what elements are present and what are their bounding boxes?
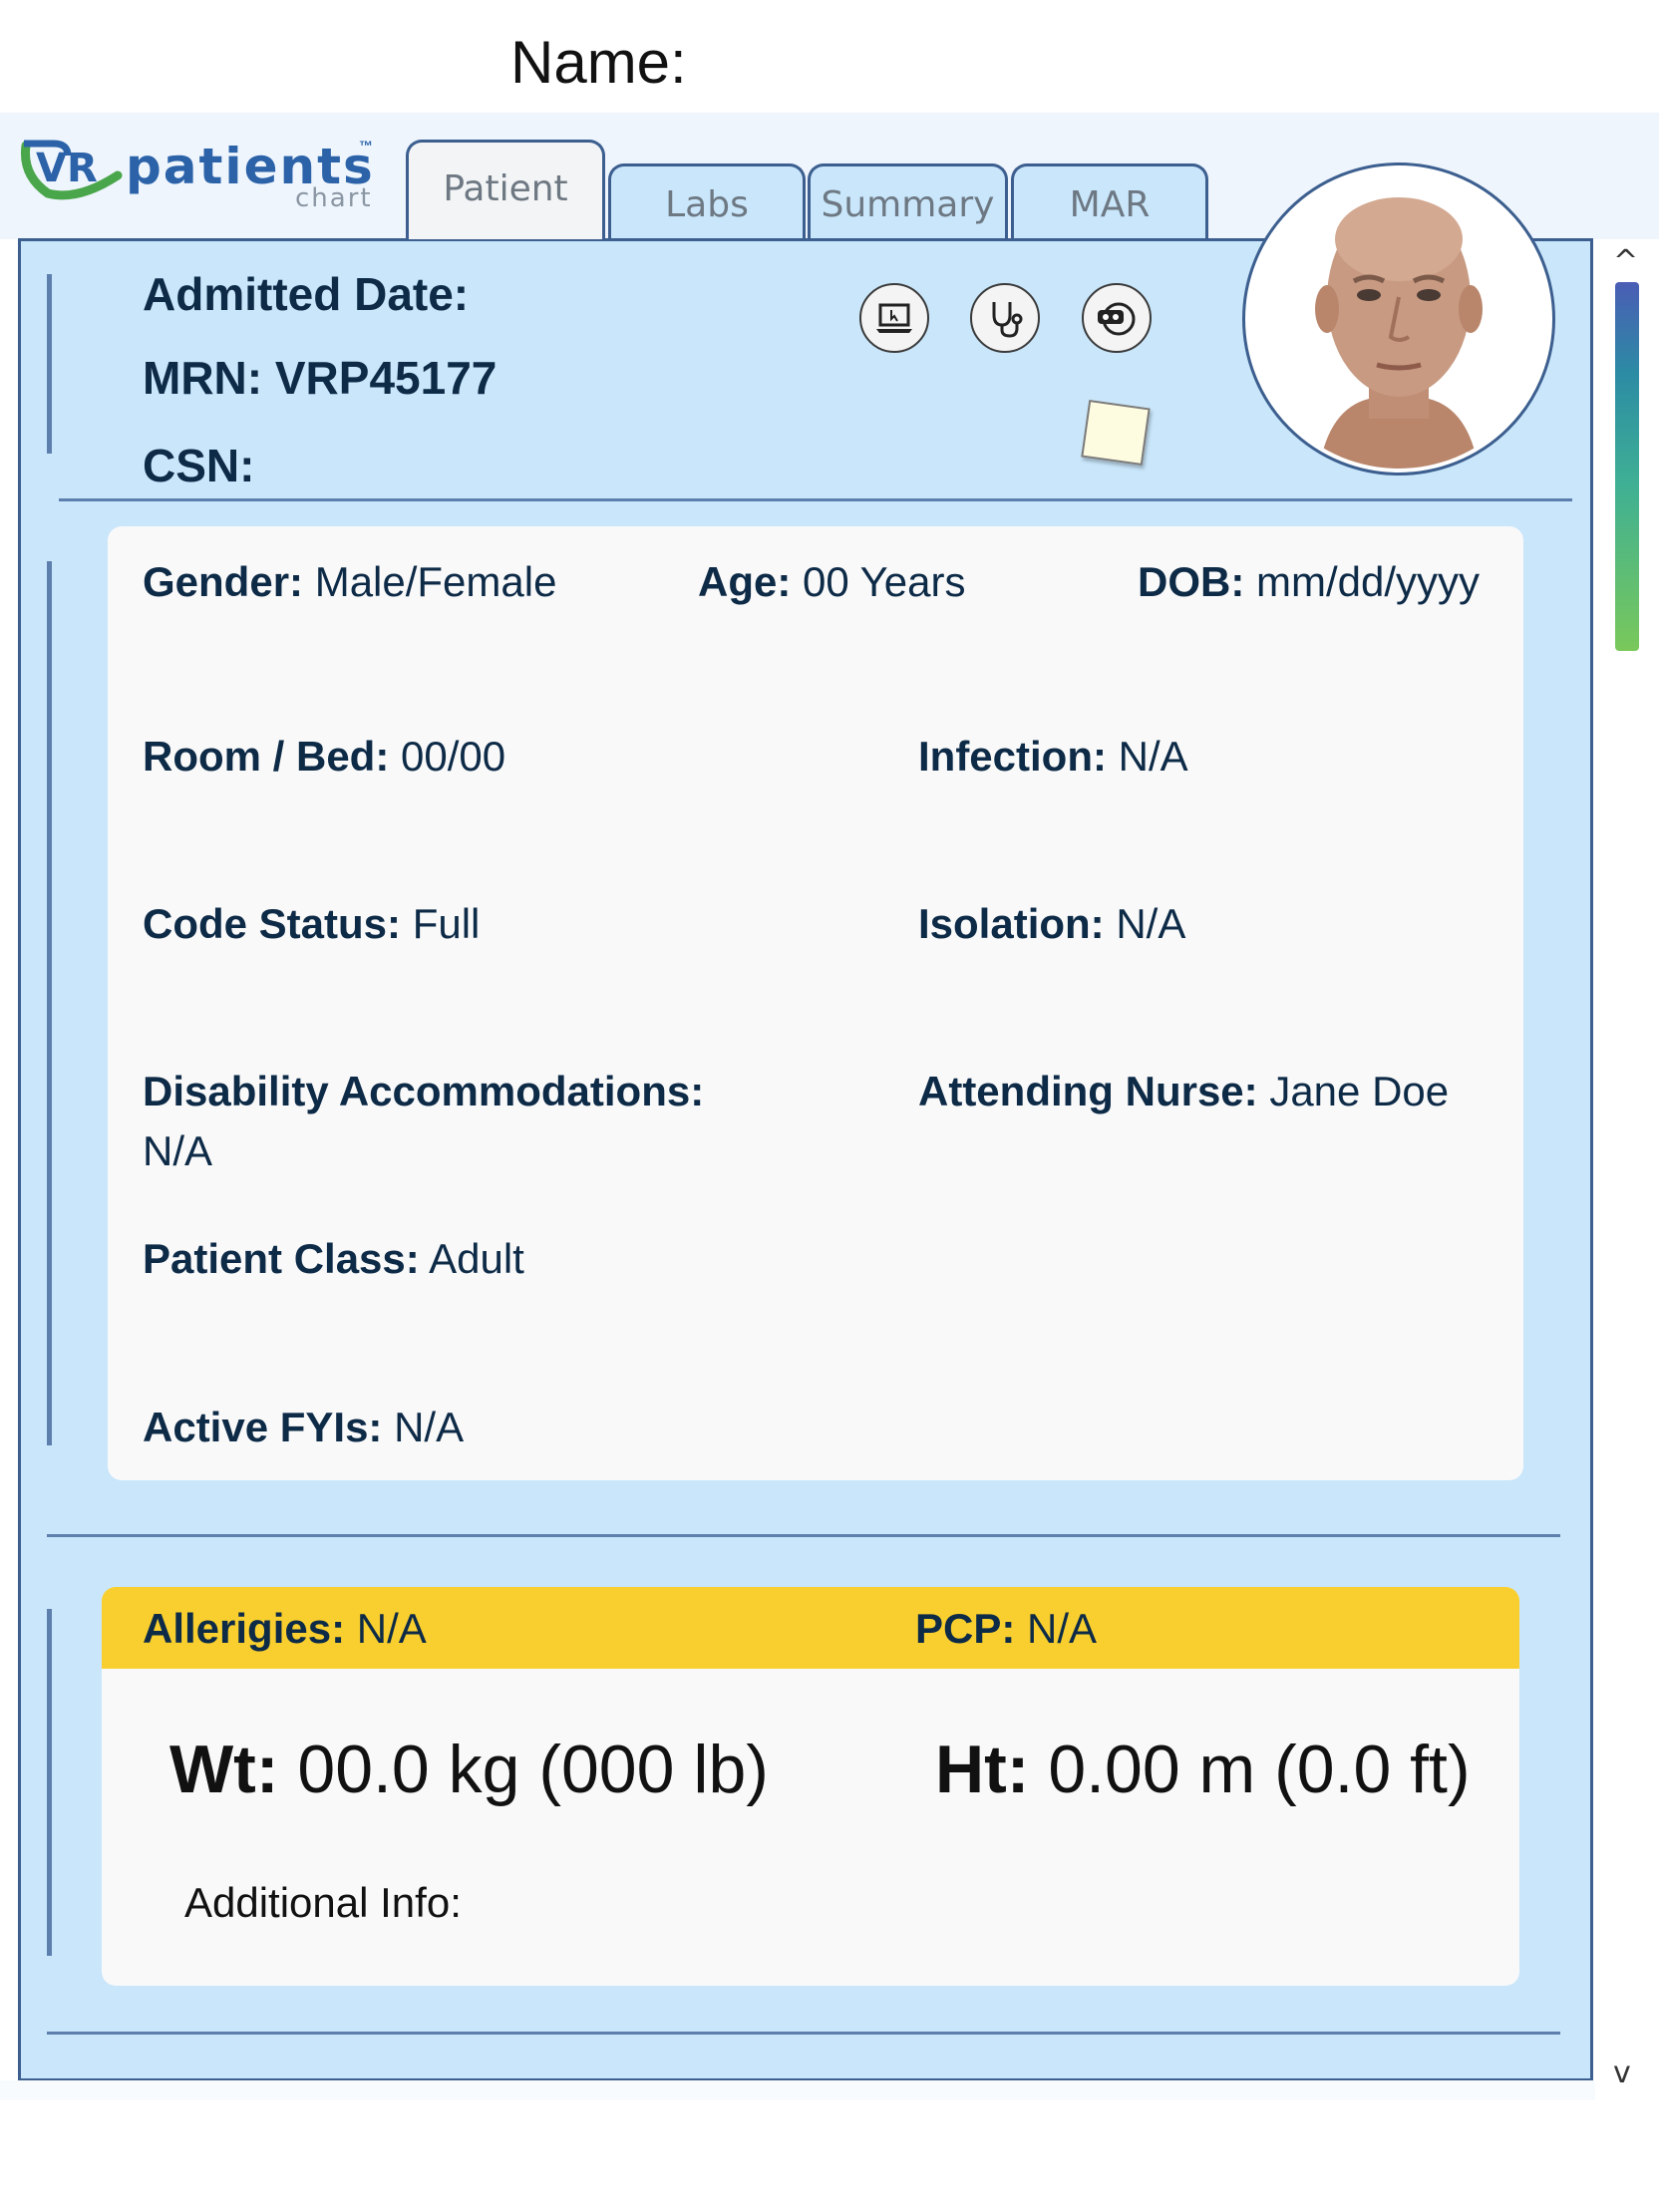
vr-logo-mark: VR [20, 140, 123, 200]
dob-field: DOB: mm/dd/yyyy [1138, 558, 1481, 605]
tab-labs[interactable]: Labs [608, 163, 806, 239]
demographics-separator [47, 1534, 1560, 1537]
header-separator [59, 498, 1572, 501]
additional-info-label: Additional Info: [184, 1879, 462, 1926]
clinical-divider-bar [47, 1609, 52, 1956]
isolation-field: Isolation: N/A [918, 900, 1186, 947]
laptop-button[interactable] [859, 283, 929, 353]
pcp-field: PCP: N/A [915, 1605, 1098, 1652]
allergies-field: Allerigies: N/A [143, 1605, 427, 1652]
csn-label: CSN: [143, 440, 255, 491]
patient-portrait-image [1249, 169, 1548, 469]
tab-mar[interactable]: MAR [1011, 163, 1208, 239]
gender-field: Gender: Male/Female [143, 558, 557, 605]
mrn-value: VRP45177 [274, 352, 498, 404]
infection-field: Infection: N/A [918, 733, 1188, 780]
tab-patient[interactable]: Patient [406, 140, 605, 239]
demographics-card [108, 526, 1523, 1480]
vr-headset-button[interactable] [1082, 283, 1152, 353]
mrn-field: MRN: VRP45177 [143, 351, 497, 405]
header-divider-bar [47, 274, 52, 454]
mrn-label: MRN: [143, 352, 263, 404]
room-bed-field: Room / Bed: 00/00 [143, 733, 506, 780]
vrpatients-logo: VR patients ™ chart [18, 132, 387, 213]
clinical-separator [47, 2032, 1560, 2035]
admitted-date-label: Admitted Date: [143, 268, 470, 320]
panel-footer-strip [0, 2080, 1595, 2100]
age-field: Age: 00 Years [698, 558, 966, 605]
disability-value: N/A [143, 1127, 213, 1174]
stethoscope-icon [992, 302, 1023, 338]
tab-summary[interactable]: Summary [808, 163, 1008, 239]
demographics-divider-bar [47, 561, 52, 1445]
logo-trademark: ™ [359, 138, 373, 154]
disability-label: Disability Accommodations: [143, 1068, 705, 1114]
vr-headset-icon [1098, 302, 1136, 336]
height-field: Ht: 0.00 m (0.0 ft) [935, 1732, 1471, 1807]
logo-subtitle: chart [295, 183, 373, 213]
scrollbar-thumb[interactable] [1615, 282, 1639, 651]
attending-nurse-field: Attending Nurse: Jane Doe [918, 1068, 1450, 1114]
patient-avatar [1242, 162, 1555, 475]
code-status-field: Code Status: Full [143, 900, 481, 947]
scroll-up-arrow[interactable]: ^ [1613, 244, 1638, 279]
scroll-down-arrow[interactable]: v [1613, 2055, 1631, 2090]
patient-class-field: Patient Class: Adult [143, 1235, 524, 1282]
worksheet-name-label: Name: [510, 29, 687, 96]
active-fyis-field: Active FYIs: N/A [143, 1404, 465, 1450]
weight-field: Wt: 00.0 kg (000 lb) [169, 1732, 769, 1807]
laptop-icon [876, 303, 912, 333]
sticky-note-icon[interactable] [1081, 399, 1151, 467]
svg-text:VR: VR [36, 146, 98, 191]
stethoscope-button[interactable] [970, 283, 1040, 353]
